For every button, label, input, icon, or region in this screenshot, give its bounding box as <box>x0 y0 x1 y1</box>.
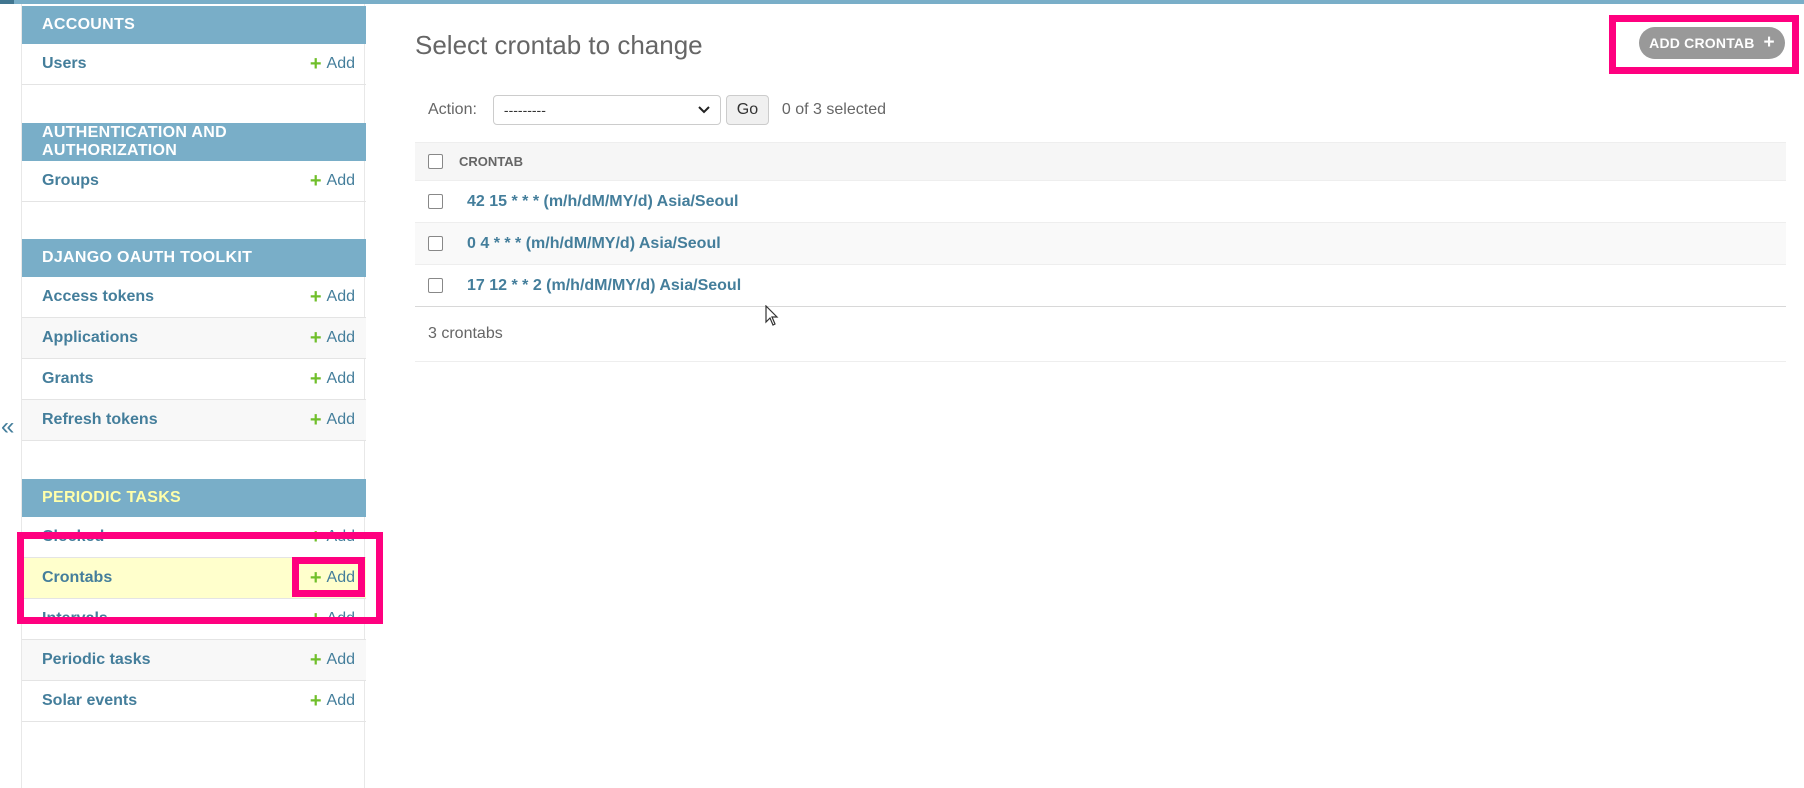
module-caption[interactable]: DJANGO OAUTH TOOLKIT <box>22 239 366 277</box>
sidebar-item-label[interactable]: Grants <box>42 370 94 388</box>
chevron-down-icon <box>698 106 710 114</box>
crontab-link[interactable]: 17 12 * * 2 (m/h/dM/MY/d) Asia/Seoul <box>467 277 741 295</box>
sidebar-item-label[interactable]: Refresh tokens <box>42 411 158 429</box>
sidebar-item-periodic-tasks: Periodic tasks + Add <box>22 640 366 681</box>
selection-counter: 0 of 3 selected <box>781 101 886 118</box>
row-checkbox[interactable] <box>428 194 443 209</box>
plus-icon: + <box>309 690 322 712</box>
highlight-crontabs-add <box>292 557 365 597</box>
module-caption[interactable]: PERIODIC TASKS <box>22 479 366 517</box>
go-button[interactable]: Go <box>725 95 769 125</box>
add-access-tokens-link[interactable]: + Add <box>310 287 355 307</box>
add-label: Add <box>326 329 355 346</box>
table-row: 0 4 * * * (m/h/dM/MY/d) Asia/Seoul <box>415 223 1786 265</box>
add-solar-events-link[interactable]: + Add <box>310 691 355 711</box>
plus-icon: + <box>309 286 322 308</box>
crontab-link[interactable]: 0 4 * * * (m/h/dM/MY/d) Asia/Seoul <box>467 235 721 253</box>
module-oauth-toolkit: DJANGO OAUTH TOOLKIT Access tokens + Add … <box>22 239 366 441</box>
module-accounts: ACCOUNTS Users + Add <box>22 6 366 85</box>
column-header-crontab[interactable]: CRONTAB <box>459 154 523 169</box>
add-crontab-label: ADD CRONTAB <box>1649 35 1755 51</box>
sidebar-item-label[interactable]: Groups <box>42 172 99 190</box>
sidebar-item-label[interactable]: Access tokens <box>42 288 154 306</box>
add-label: Add <box>326 55 355 72</box>
add-crontab-button[interactable]: ADD CRONTAB + <box>1639 27 1785 59</box>
add-label: Add <box>326 692 355 709</box>
action-label: Action: <box>428 101 477 118</box>
add-applications-link[interactable]: + Add <box>310 328 355 348</box>
header-accent <box>0 0 14 4</box>
page-title: Select crontab to change <box>415 30 703 60</box>
results-table: CRONTAB 42 15 * * * (m/h/dM/MY/d) Asia/S… <box>415 142 1786 362</box>
select-all-checkbox[interactable] <box>428 154 443 169</box>
sidebar-item-solar-events: Solar events + Add <box>22 681 366 722</box>
add-label: Add <box>326 288 355 305</box>
module-auth: AUTHENTICATION AND AUTHORIZATION Groups … <box>22 123 366 202</box>
sidebar-item-label[interactable]: Solar events <box>42 692 137 710</box>
sidebar-item-applications: Applications + Add <box>22 318 366 359</box>
sidebar-item-label[interactable]: Applications <box>42 329 138 347</box>
add-label: Add <box>326 172 355 189</box>
table-row: 42 15 * * * (m/h/dM/MY/d) Asia/Seoul <box>415 181 1786 223</box>
paginator: 3 crontabs <box>415 307 1786 362</box>
row-checkbox[interactable] <box>428 278 443 293</box>
sidebar-item-groups: Groups + Add <box>22 161 366 202</box>
add-refresh-tokens-link[interactable]: + Add <box>310 410 355 430</box>
add-users-link[interactable]: + Add <box>310 54 355 74</box>
app-sidebar: ACCOUNTS Users + Add AUTHENTICATION AND A… <box>21 4 366 788</box>
table-header: CRONTAB <box>415 142 1786 181</box>
plus-icon: + <box>309 368 322 390</box>
add-label: Add <box>326 370 355 387</box>
sidebar-item-access-tokens: Access tokens + Add <box>22 277 366 318</box>
add-label: Add <box>326 651 355 668</box>
collapse-sidebar-toggle[interactable]: « <box>1 413 14 441</box>
add-periodic-tasks-link[interactable]: + Add <box>310 650 355 670</box>
row-checkbox[interactable] <box>428 236 443 251</box>
plus-icon: + <box>1763 32 1775 53</box>
add-label: Add <box>326 411 355 428</box>
sidebar-item-grants: Grants + Add <box>22 359 366 400</box>
plus-icon: + <box>309 170 322 192</box>
sidebar-item-refresh-tokens: Refresh tokens + Add <box>22 400 366 441</box>
plus-icon: + <box>309 409 322 431</box>
sidebar-item-label[interactable]: Periodic tasks <box>42 651 151 669</box>
actions-bar: Action: --------- Go 0 of 3 selected <box>415 95 886 125</box>
action-select-value: --------- <box>503 102 546 118</box>
sidebar-item-users: Users + Add <box>22 44 366 85</box>
module-caption[interactable]: ACCOUNTS <box>22 6 366 44</box>
plus-icon: + <box>309 53 322 75</box>
table-row: 17 12 * * 2 (m/h/dM/MY/d) Asia/Seoul <box>415 265 1786 307</box>
add-grants-link[interactable]: + Add <box>310 369 355 389</box>
plus-icon: + <box>309 649 322 671</box>
mouse-cursor-icon <box>765 305 779 326</box>
add-groups-link[interactable]: + Add <box>310 171 355 191</box>
sidebar-item-label[interactable]: Users <box>42 55 86 73</box>
module-caption[interactable]: AUTHENTICATION AND AUTHORIZATION <box>22 123 366 161</box>
plus-icon: + <box>309 327 322 349</box>
action-select[interactable]: --------- <box>492 95 721 125</box>
crontab-link[interactable]: 42 15 * * * (m/h/dM/MY/d) Asia/Seoul <box>467 193 738 211</box>
